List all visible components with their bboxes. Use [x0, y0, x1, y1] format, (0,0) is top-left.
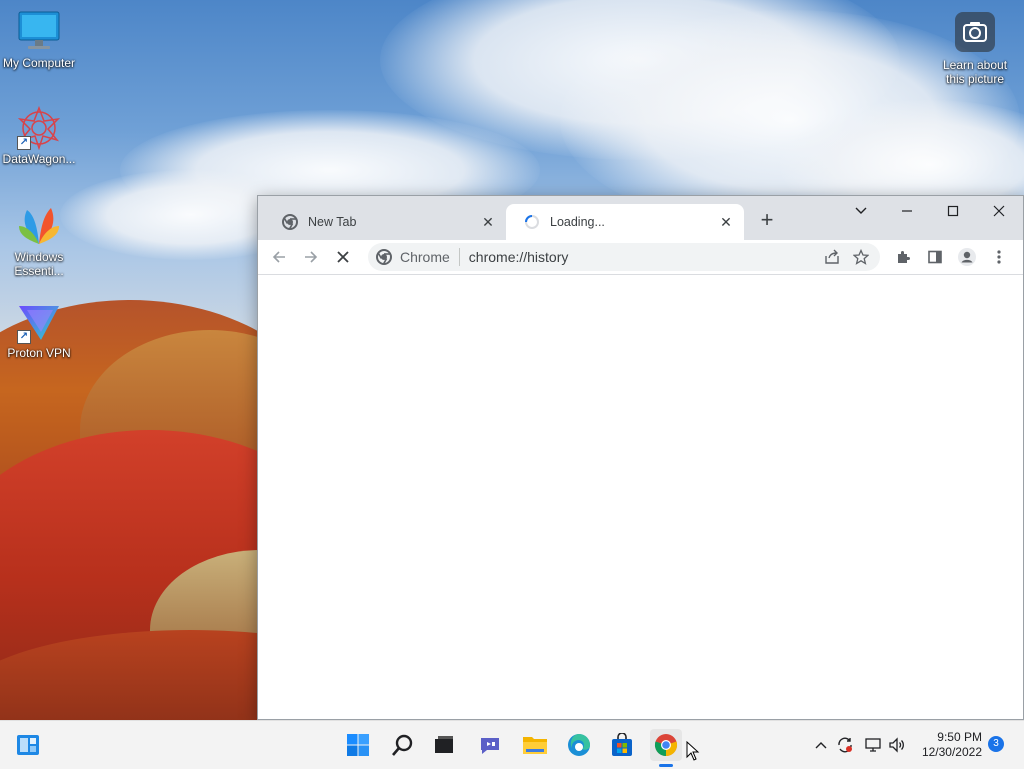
tab-search-button[interactable] [838, 196, 884, 226]
network-button[interactable] [863, 735, 883, 755]
teams-chat-icon [481, 738, 499, 754]
store-button[interactable] [606, 729, 638, 761]
extensions-button[interactable] [890, 244, 916, 270]
desktop-icon-my-computer[interactable]: My Computer [1, 10, 77, 70]
profile-button[interactable] [954, 244, 980, 270]
desktop-icon-datawagon[interactable]: ↗ DataWagon... [1, 105, 77, 166]
active-app-indicator [659, 764, 673, 767]
mouse-cursor-icon [686, 740, 700, 764]
close-window-button[interactable] [976, 196, 1022, 226]
chrome-icon [654, 734, 678, 757]
tab-new-tab[interactable]: New Tab ✕ [264, 204, 506, 240]
folder-icon [523, 737, 547, 754]
tab-loading[interactable]: Loading... ✕ [506, 204, 744, 240]
tab-close-icon[interactable]: ✕ [718, 214, 734, 230]
notification-badge[interactable]: 3 [988, 736, 1004, 752]
tab-title: New Tab [308, 215, 357, 229]
new-tab-button[interactable]: + [756, 209, 778, 232]
network-icon [865, 738, 881, 752]
sync-status-button[interactable] [835, 735, 855, 755]
datawagon-icon: ↗ [15, 105, 63, 151]
loading-spinner-icon [524, 214, 540, 230]
windows-essentials-icon [15, 204, 63, 248]
url-text[interactable]: chrome://history [469, 249, 818, 265]
task-view-icon [435, 736, 453, 753]
tab-close-icon[interactable]: ✕ [480, 214, 496, 230]
store-bag-icon [612, 733, 632, 756]
desktop-icon-label: Windows Essenti... [14, 250, 64, 278]
tab-title: Loading... [550, 215, 605, 229]
browser-toolbar: Chrome chrome://history [258, 240, 1023, 275]
desktop-icon-proton-vpn[interactable]: ↗ Proton VPN [1, 300, 77, 360]
site-label: Chrome [400, 249, 450, 265]
chrome-logo-icon [376, 249, 392, 265]
clock-date: 12/30/2022 [921, 745, 982, 759]
search-button[interactable] [387, 729, 419, 761]
search-icon [392, 734, 413, 756]
back-arrow-icon [272, 251, 285, 263]
desktop-icon-label: My Computer [2, 56, 76, 70]
shortcut-arrow-icon: ↗ [17, 136, 31, 150]
file-explorer-button[interactable] [519, 729, 551, 761]
back-button[interactable] [266, 244, 292, 270]
windows-logo-icon [347, 734, 369, 756]
minimize-button[interactable] [884, 196, 930, 226]
chrome-taskbar-button[interactable] [650, 729, 682, 767]
star-icon [853, 249, 869, 265]
taskbar: 9:50 PM 12/30/2022 3 [0, 720, 1024, 769]
show-hidden-icons-button[interactable] [811, 735, 831, 755]
sync-icon [838, 737, 852, 753]
maximize-icon [947, 205, 959, 217]
learn-about-picture-label: Learn about this picture [942, 58, 1008, 86]
desktop-icon-windows-essentials[interactable]: Windows Essenti... [1, 204, 77, 278]
forward-arrow-icon [305, 251, 318, 263]
edge-button[interactable] [563, 729, 595, 761]
camera-icon [955, 12, 995, 52]
side-panel-button[interactable] [922, 244, 948, 270]
tab-strip: New Tab ✕ Loading... ✕ + [258, 196, 1023, 240]
chrome-favicon-icon [282, 214, 298, 230]
share-button[interactable] [818, 249, 846, 265]
minimize-icon [902, 210, 912, 212]
desktop-icon-label: DataWagon... [2, 152, 76, 166]
monitor-icon [15, 10, 63, 54]
widgets-button[interactable] [12, 729, 44, 761]
kebab-menu-icon [997, 250, 1001, 264]
stop-x-icon [337, 251, 349, 263]
forward-button[interactable] [298, 244, 324, 270]
chevron-up-icon [815, 742, 827, 749]
chevron-down-icon [855, 207, 867, 214]
clock[interactable]: 9:50 PM 12/30/2022 [896, 730, 982, 760]
omnibox-separator [458, 248, 460, 266]
maximize-button[interactable] [930, 196, 976, 226]
widgets-icon [17, 735, 39, 755]
site-chip[interactable]: Chrome [368, 249, 450, 265]
edge-icon [568, 734, 590, 756]
stop-button[interactable] [330, 244, 356, 270]
menu-button[interactable] [986, 244, 1012, 270]
clock-time: 9:50 PM [937, 730, 982, 744]
side-panel-icon [928, 250, 942, 264]
profile-avatar-icon [958, 248, 976, 266]
address-bar[interactable]: Chrome chrome://history [368, 243, 880, 271]
proton-vpn-icon: ↗ [15, 300, 63, 344]
page-content [258, 275, 1023, 719]
bookmark-button[interactable] [846, 249, 876, 265]
close-icon [993, 205, 1005, 217]
chat-button[interactable] [474, 729, 506, 761]
share-icon [825, 249, 839, 264]
learn-about-picture[interactable]: Learn about this picture [936, 12, 1014, 86]
task-view-button[interactable] [428, 729, 460, 761]
chrome-window: New Tab ✕ Loading... ✕ + Chrome chrome:/… [257, 195, 1024, 720]
start-button[interactable] [342, 729, 374, 761]
desktop-icon-label: Proton VPN [7, 346, 71, 360]
puzzle-icon [898, 251, 910, 263]
shortcut-arrow-icon: ↗ [17, 330, 31, 344]
